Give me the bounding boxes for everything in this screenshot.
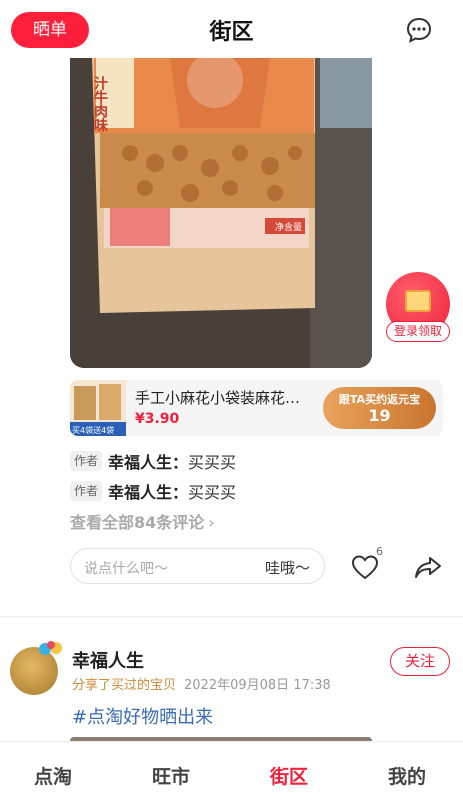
product-card[interactable]: 买4袋送4袋 手工小麻花小袋装麻花整箱零食 ¥3.90 跟TA买约返元宝 19 [70,380,443,436]
bottom-tab-bar: 点淘 旺市 街区 我的 [0,741,463,801]
login-claim-label: 登录领取 [386,321,450,342]
section-divider [0,616,463,617]
balloon-badge-icon [39,641,62,655]
thumb-badge: 买4袋送4袋 [72,425,114,435]
follow-button[interactable]: 关注 [390,647,450,676]
comment-input[interactable]: 说点什么吧～ 哇哦～ [70,548,325,584]
comment-text: 买买买 [188,483,237,502]
tab-mine[interactable]: 我的 [367,762,447,789]
post-user-name[interactable]: 幸福人生 [72,647,144,673]
post-photo[interactable]: 净含量 汁牛肉味 [70,58,372,368]
chat-bubble-icon[interactable] [405,16,433,44]
page-title: 街区 [209,20,254,45]
quick-reply-button[interactable]: 哇哦～ [265,557,310,578]
tab-jiequ[interactable]: 街区 [249,762,329,789]
comment-author: 幸福人生： [108,483,189,502]
comment-placeholder: 说点什么吧～ [84,561,168,577]
view-all-comments-link[interactable]: 查看全部84条评论 › [70,509,215,533]
product-thumb-image: 买4袋送4袋 [70,380,126,436]
comment-item[interactable]: 作者 幸福人生：买买买 [70,479,237,502]
post-meta: 分享了买过的宝贝 2022年09月08日 17:38 [72,674,331,693]
tab-diantao[interactable]: 点淘 [13,762,93,789]
product-price: ¥3.90 [135,411,180,427]
product-thumbnail: 买4袋送4袋 [70,380,126,436]
comment-text: 买买买 [188,453,237,472]
snack-bag-image: 净含量 汁牛肉味 [70,58,372,368]
view-all-label: 查看全部84条评论 [70,513,205,532]
red-packet-float[interactable]: 登录领取 [385,272,451,344]
tab-wangshi[interactable]: 旺市 [131,762,211,789]
topic-hashtag[interactable]: #点淘好物晒出来 [72,703,213,729]
product-name: 手工小麻花小袋装麻花整箱零食 [135,389,315,407]
author-tag: 作者 [70,451,102,471]
like-count: 6 [376,545,383,558]
share-arrow-icon[interactable] [414,553,442,581]
rebate-value: 19 [368,406,391,425]
comment-author: 幸福人生： [108,453,189,472]
envelope-shape [405,290,431,312]
chevron-right-icon: › [208,513,215,532]
shared-text: 分享了买过的宝贝 [72,678,177,693]
post-time: 2022年09月08日 17:38 [184,678,331,693]
rebate-button[interactable]: 跟TA买约返元宝 19 [323,387,436,429]
top-header: 晒单 街区 [0,0,463,60]
rebate-label: 跟TA买约返元宝 [338,393,421,406]
author-tag: 作者 [70,481,102,501]
heart-icon[interactable] [351,554,379,580]
avatar[interactable] [10,641,62,695]
comment-item[interactable]: 作者 幸福人生：买买买 [70,449,237,472]
bag-flavor-label: 汁牛肉味 [92,75,108,133]
net-weight-label: 净含量 [275,221,302,233]
